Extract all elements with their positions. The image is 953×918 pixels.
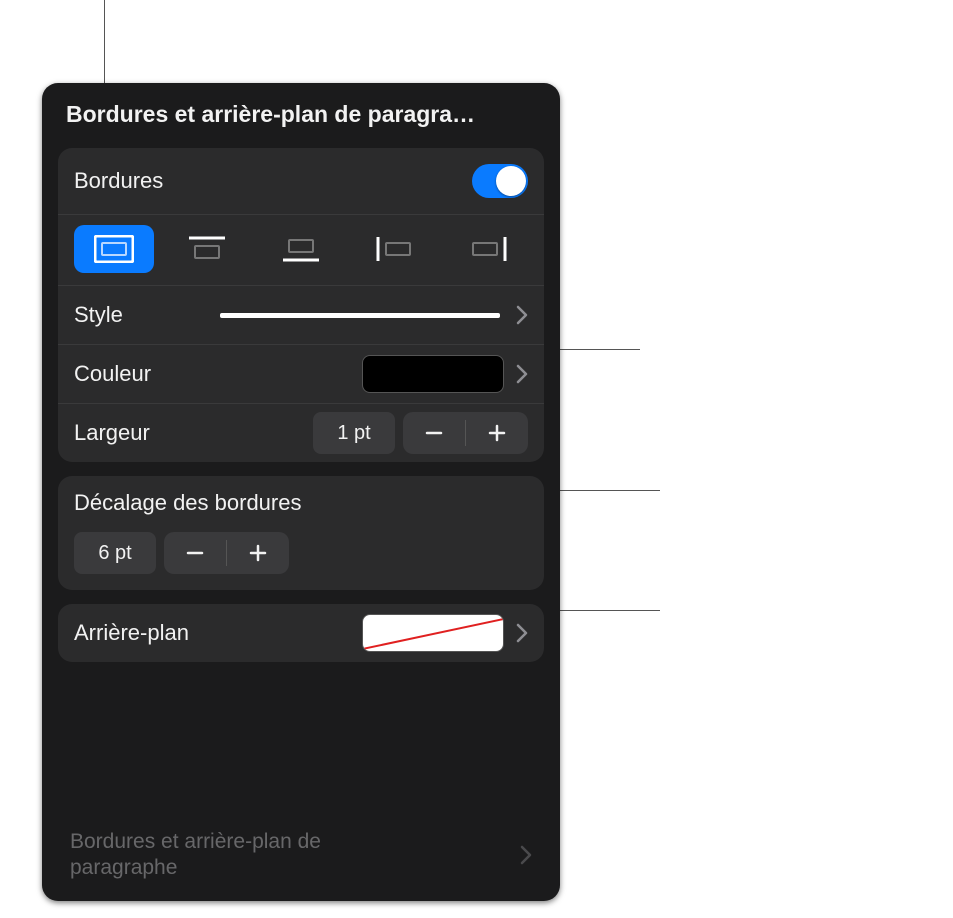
chevron-right-icon (516, 623, 528, 643)
border-width-value[interactable]: 1 pt (313, 412, 395, 454)
border-style-label: Style (74, 302, 123, 328)
panel-title: Bordures et arrière-plan de paragra… (42, 83, 560, 134)
minus-icon (184, 542, 206, 564)
background-group: Arrière-plan (58, 604, 544, 662)
minus-icon (423, 422, 445, 444)
chevron-right-icon (520, 845, 532, 865)
plus-icon (247, 542, 269, 564)
border-all-icon (94, 235, 134, 263)
border-color-label: Couleur (74, 361, 151, 387)
parent-menu-item[interactable]: Bordures et arrière-plan de paragraphe (58, 817, 544, 893)
border-position-top[interactable] (168, 225, 248, 273)
border-width-stepper (403, 412, 528, 454)
borders-group: Bordures (58, 148, 544, 462)
border-color-swatch (362, 355, 504, 393)
background-swatch-none (362, 614, 504, 652)
border-position-right[interactable] (448, 225, 528, 273)
border-style-row[interactable]: Style (58, 285, 544, 344)
plus-icon (486, 422, 508, 444)
parent-menu-item-label: Bordures et arrière-plan de paragraphe (70, 829, 370, 882)
border-offset-label: Décalage des bordures (74, 490, 528, 516)
border-width-label: Largeur (74, 420, 150, 446)
border-width-row: Largeur 1 pt (58, 403, 544, 462)
border-offset-increment-button[interactable] (227, 532, 289, 574)
border-offset-stepper (164, 532, 289, 574)
borders-panel: Bordures et arrière-plan de paragra… Bor… (42, 83, 560, 901)
border-position-bottom[interactable] (261, 225, 341, 273)
border-offset-group: Décalage des bordures 6 pt (58, 476, 544, 590)
border-top-icon (187, 235, 227, 263)
borders-toggle[interactable] (472, 164, 528, 198)
borders-label: Bordures (74, 168, 163, 194)
background-label: Arrière-plan (74, 620, 189, 646)
border-position-left[interactable] (355, 225, 435, 273)
border-width-decrement-button[interactable] (403, 412, 465, 454)
borders-toggle-row: Bordures (58, 148, 544, 214)
chevron-right-icon (516, 364, 528, 384)
border-style-preview (220, 313, 500, 318)
background-row[interactable]: Arrière-plan (58, 604, 544, 662)
border-offset-row: Décalage des bordures 6 pt (58, 476, 544, 590)
border-positions (58, 214, 544, 285)
border-color-row[interactable]: Couleur (58, 344, 544, 403)
border-bottom-icon (281, 235, 321, 263)
border-width-increment-button[interactable] (466, 412, 528, 454)
border-offset-value[interactable]: 6 pt (74, 532, 156, 574)
border-left-icon (375, 235, 415, 263)
border-position-all[interactable] (74, 225, 154, 273)
border-offset-decrement-button[interactable] (164, 532, 226, 574)
chevron-right-icon (516, 305, 528, 325)
border-right-icon (468, 235, 508, 263)
